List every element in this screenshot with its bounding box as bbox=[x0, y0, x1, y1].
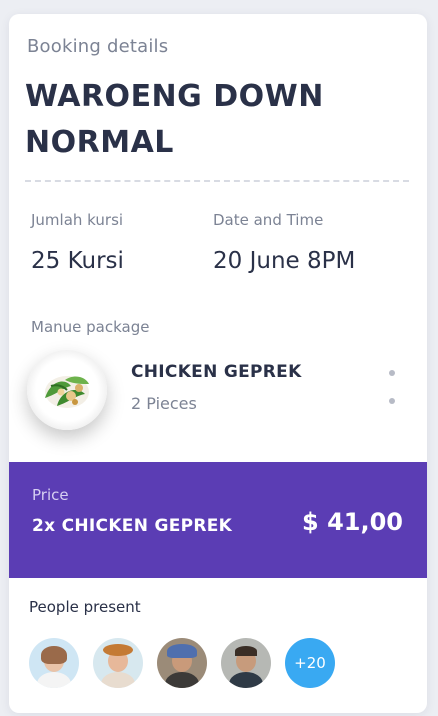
booking-section-label: Booking details bbox=[27, 36, 169, 57]
seats-label: Jumlah kursi bbox=[31, 211, 124, 229]
package-quantity: 2 Pieces bbox=[131, 394, 197, 413]
people-label: People present bbox=[29, 598, 141, 616]
price-section: Price 2x CHICKEN GEPREK $ 41,00 bbox=[9, 462, 427, 578]
avatar[interactable] bbox=[221, 638, 271, 688]
price-total: $ 41,00 bbox=[302, 508, 403, 536]
datetime-label: Date and Time bbox=[213, 211, 324, 229]
avatar[interactable] bbox=[29, 638, 79, 688]
package-label: Manue package bbox=[31, 318, 150, 336]
avatar[interactable] bbox=[93, 638, 143, 688]
salad-icon bbox=[45, 376, 89, 408]
more-people-badge[interactable]: +20 bbox=[285, 638, 335, 688]
vertical-dots-icon[interactable] bbox=[385, 370, 399, 404]
dot bbox=[389, 370, 395, 376]
dot bbox=[389, 398, 395, 404]
dashed-divider bbox=[25, 180, 409, 182]
avatar[interactable] bbox=[157, 638, 207, 688]
seats-value: 25 Kursi bbox=[31, 248, 124, 274]
food-plate-image bbox=[27, 350, 107, 430]
price-label: Price bbox=[32, 486, 69, 504]
datetime-value: 20 June 8PM bbox=[213, 248, 356, 274]
avatar-list: +20 bbox=[29, 638, 335, 688]
booking-card: Booking details WAROENG DOWN NORMAL Juml… bbox=[9, 14, 427, 713]
package-name: CHICKEN GEPREK bbox=[131, 362, 302, 382]
price-item: 2x CHICKEN GEPREK bbox=[32, 516, 233, 536]
restaurant-title: WAROENG DOWN NORMAL bbox=[25, 79, 324, 160]
